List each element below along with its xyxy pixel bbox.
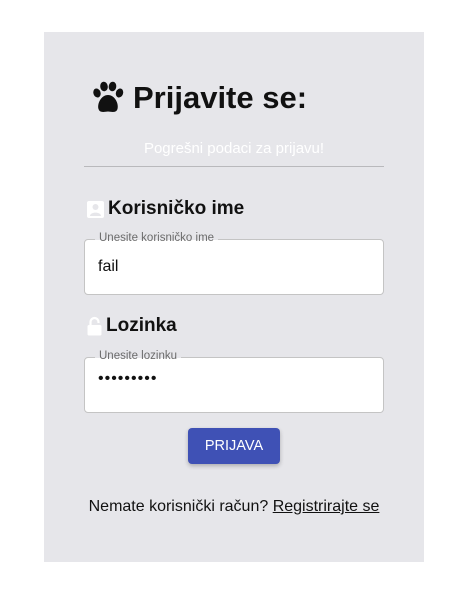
login-card: Prijavite se: Pogrešni podaci za prijavu… [44, 32, 424, 562]
page-title: Prijavite se: [133, 80, 308, 115]
user-icon [87, 200, 104, 218]
password-field[interactable]: Unesite lozinku ••••••••• [84, 350, 384, 413]
username-heading: Korisničko ime [87, 198, 244, 220]
divider [84, 166, 384, 167]
register-row: Nemate korisnički račun? Registrirajte s… [44, 498, 424, 516]
username-heading-label: Korisničko ime [108, 198, 245, 219]
title-row: Prijavite se: [90, 78, 307, 118]
username-input-value[interactable]: fail [98, 258, 118, 276]
password-field-label: Unesite lozinku [95, 350, 181, 362]
password-heading: Lozinka [87, 315, 177, 337]
password-heading-label: Lozinka [106, 315, 177, 336]
username-field[interactable]: Unesite korisničko ime fail [84, 232, 384, 295]
password-input-value[interactable]: ••••••••• [98, 370, 157, 388]
paw-icon [93, 81, 124, 112]
register-link[interactable]: Registrirajte se [273, 498, 380, 515]
register-prompt: Nemate korisnički račun? [88, 498, 269, 515]
lock-icon [87, 316, 102, 336]
error-message: Pogrešni podaci za prijavu! [143, 140, 325, 157]
login-button[interactable]: PRIJAVA [188, 428, 280, 464]
username-field-label: Unesite korisničko ime [95, 232, 219, 244]
